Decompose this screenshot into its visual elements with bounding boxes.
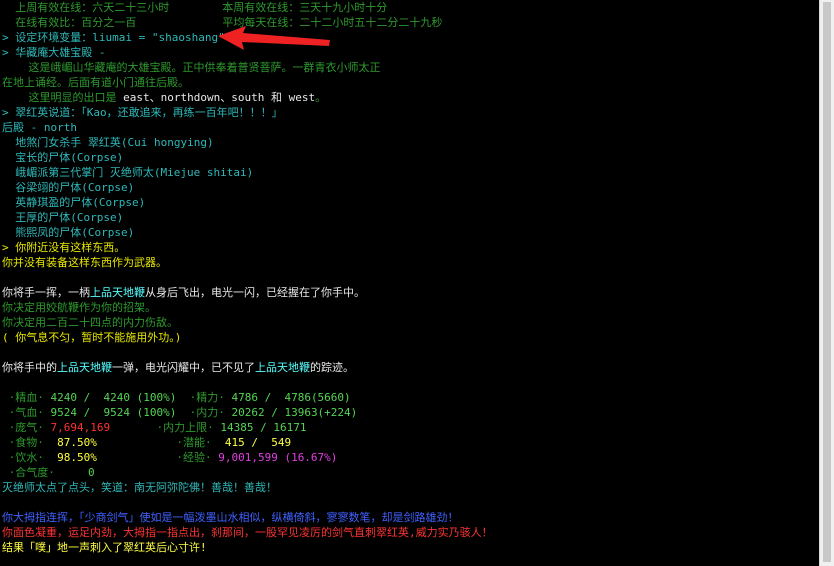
stat-row: ·合气度· 0 [8,466,95,479]
object-list-item: 王厚的尸体(Corpse) [2,211,124,224]
stat-row: ·精血· 4240 / 4240 (100%) ·精力· 4786 / 4786… [8,391,351,404]
env-var-line: > 设定环境变量：liumai = "shaoshang" [2,31,225,44]
online-ratio-line: 在线有效比：百分之一百 平均每天在线：二十二小时五十二分二十九秒 [2,16,443,29]
combat-result-msg: 结果「噗」地一声刺入了翠红英后心寸许! [2,541,207,554]
wield-msg: 你将手一挥，一柄上品天地鞭从身后飞出，电光一闪，已经握在了你手中。 [2,286,365,299]
object-list-item: 熊熙凤的尸体(Corpse) [2,226,135,239]
parry-msg: 你决定用姣航鞭作为你的招架。 [2,301,156,314]
vertical-scrollbar[interactable] [819,0,834,566]
stat-row: ·食物· 87.50% ·潜能· 415 / 549 [8,436,292,449]
scrollbar-thumb[interactable] [823,2,831,562]
npc-emote-line: 灭绝师太点了点头，笑道：南无阿弥陀佛！善哉！善哉！ [2,481,277,494]
stat-row: ·庞气· 7,694,169 ·内力上限· 14385 / 16171 [8,421,307,434]
object-list-item: 地煞门女杀手 翠红英(Cui hongying) [2,136,214,149]
room-desc-1: 这是峨嵋山华藏庵的大雄宝殿。正中供奉着普贤菩萨。一群青衣小师太正 [2,61,381,74]
weekly-online-line: 上周有效在线：六天二十三小时 本周有效在线：三天十九小时十分 [2,1,388,14]
enforce-msg: 你决定用二百二十四点的内力伤敌。 [2,316,178,329]
object-list-item: 宝长的尸体(Corpse) [2,151,124,164]
system-msg: 你并没有装备这样东西作为武器。 [2,256,167,269]
weapon-vanish-msg: 你将手中的上品天地鞭一弹，电光闪耀中，已不见了上品天地鞭的踪迹。 [2,361,354,374]
room-desc-2: 在地上诵经。后面有道小门通往后殿。 [2,76,189,89]
object-list-item: 谷梁翊的尸体(Corpse) [2,181,135,194]
status-msg: ( 你气息不匀，暂时不能施用外功。) [2,331,182,344]
terminal-output: 上周有效在线：六天二十三小时 本周有效在线：三天十九小时十分 在线有效比：百分之… [0,0,820,566]
room-title: > 华藏庵大雄宝殿 - [2,46,106,59]
object-list-item: 峨嵋派第三代掌门 灭绝师太(Miejue shitai) [2,166,254,179]
combat-msg: 你大拇指连挥，「少商剑气」使如是一幅泼墨山水相似，纵横倚斜，寥寥数笔，却是剑路雄… [2,511,459,524]
system-msg: > 你附近没有这样东西。 [2,241,126,254]
room-exits: 这里明显的出口是 east、northdown、south 和 west。 [2,91,327,104]
stat-row: ·气血· 9524 / 9524 (100%) ·内力· 20262 / 139… [8,406,358,419]
object-list-item: 英静琪盈的尸体(Corpse) [2,196,146,209]
combat-msg: 你面色凝重，运足内劲，大拇指一指点出，刹那间，一股罕见凌厉的剑气直刺翠红英,威力… [2,526,493,539]
look-north-title: 后殿 - north [2,121,77,134]
stat-row: ·饮水· 98.50% ·经验· 9,001,599 (16.67%) [8,451,338,464]
npc-say-line: > 翠红英说道：「Kao，还敢追来，再练一百年吧！！！」 [2,106,283,119]
